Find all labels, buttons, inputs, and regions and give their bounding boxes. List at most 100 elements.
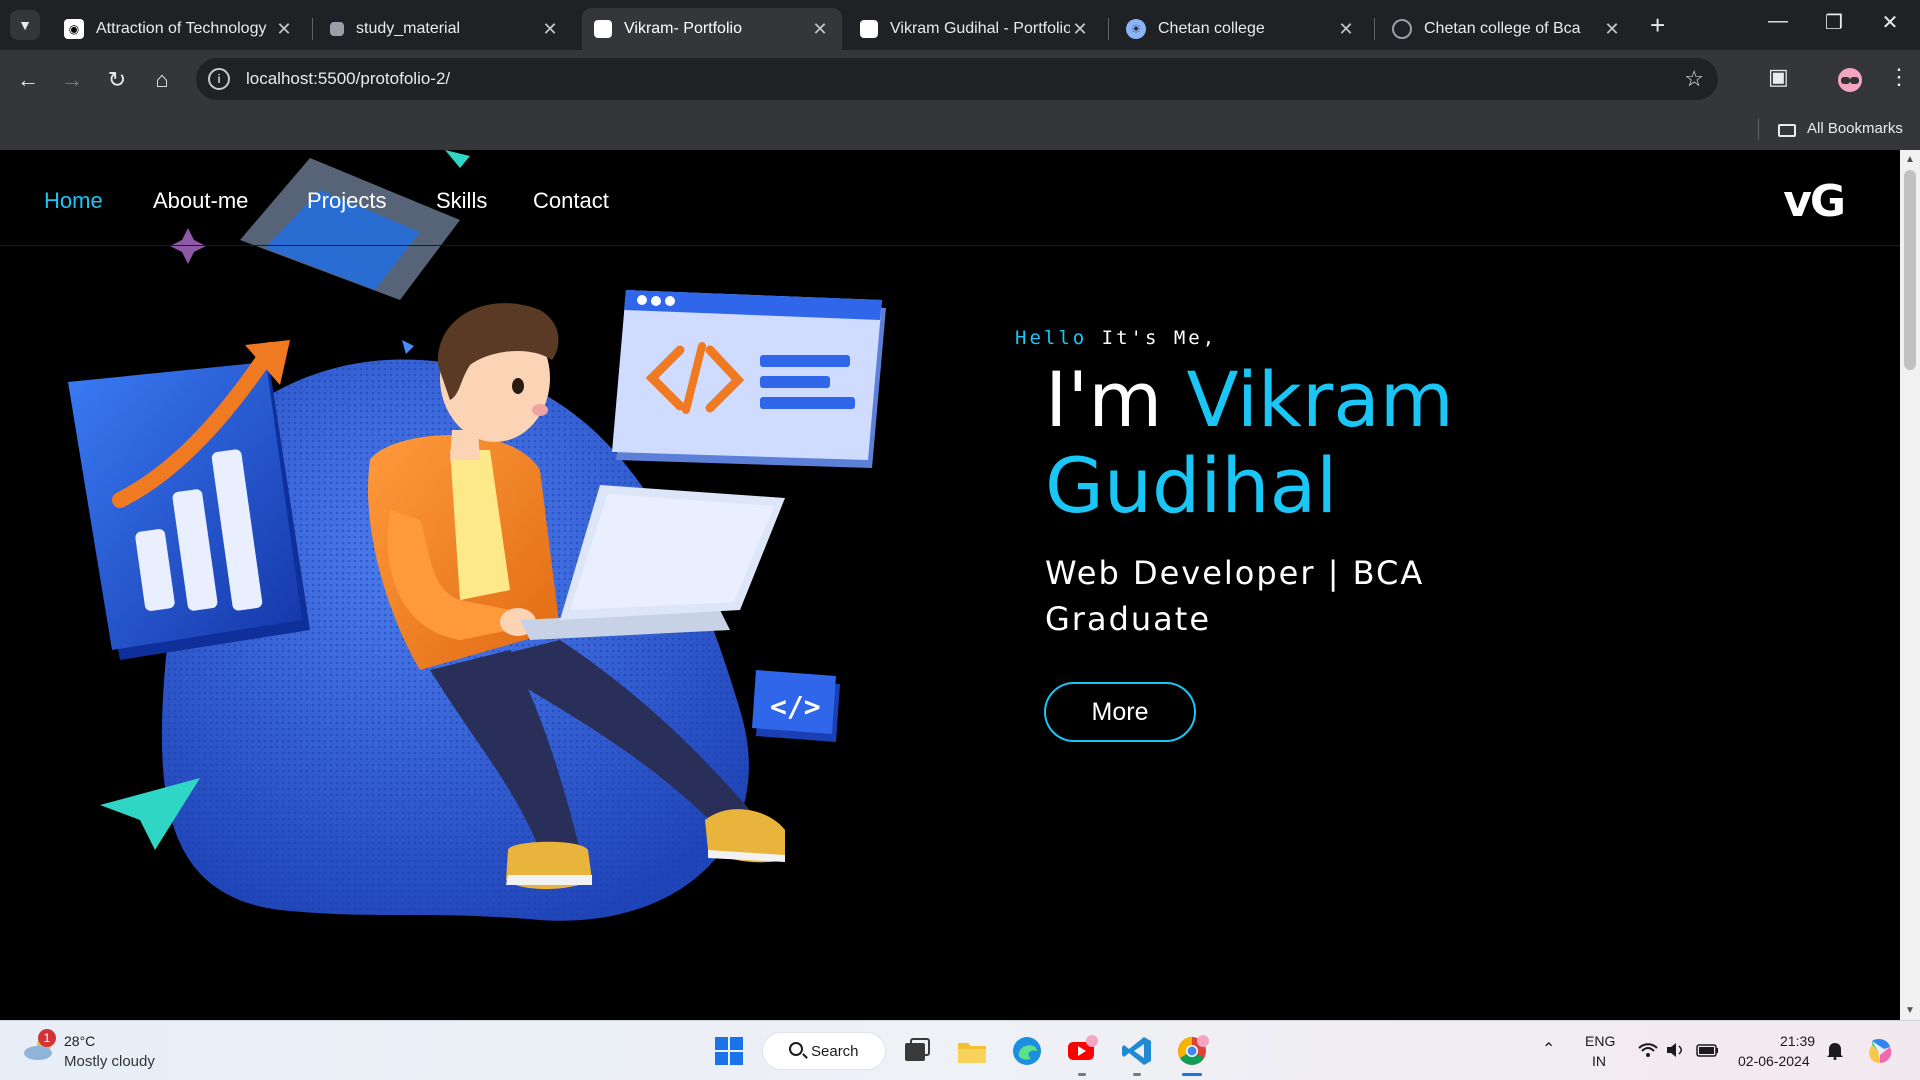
bookmark-star-icon[interactable]: ☆ bbox=[1684, 66, 1704, 92]
clock-time[interactable]: 21:39 bbox=[1780, 1033, 1815, 1049]
globe-icon bbox=[1392, 19, 1412, 39]
close-icon[interactable]: ✕ bbox=[810, 19, 830, 40]
address-bar[interactable]: i localhost:5500/protofolio-2/ ☆ bbox=[196, 58, 1718, 100]
close-icon[interactable]: ✕ bbox=[274, 19, 294, 40]
nav-link-about-me[interactable]: About-me bbox=[153, 188, 248, 214]
bookmarks-divider bbox=[1758, 118, 1759, 140]
vscode-icon[interactable] bbox=[1119, 1033, 1155, 1069]
page-favicon-icon bbox=[330, 22, 344, 36]
page-favicon-icon bbox=[860, 20, 878, 38]
growth-chart-board bbox=[68, 340, 310, 660]
site-navbar: Home About-me Projects Skills Contact vG bbox=[0, 150, 1900, 246]
edge-browser-icon[interactable] bbox=[1009, 1033, 1045, 1069]
close-icon[interactable]: ✕ bbox=[1336, 19, 1356, 40]
close-icon[interactable]: ✕ bbox=[540, 19, 560, 40]
language-code[interactable]: ENG bbox=[1585, 1033, 1615, 1049]
new-tab-button[interactable]: + bbox=[1650, 12, 1665, 38]
menu-icon[interactable]: ⋮ bbox=[1888, 64, 1910, 90]
weather-temperature[interactable]: 28°C bbox=[64, 1033, 95, 1049]
taskbar-search-label: Search bbox=[811, 1042, 859, 1060]
folder-icon[interactable] bbox=[1778, 124, 1796, 137]
search-icon bbox=[789, 1042, 803, 1056]
battery-icon[interactable] bbox=[1696, 1041, 1720, 1059]
restore-icon[interactable]: ❐ bbox=[1814, 10, 1854, 35]
bookmarks-bar: All Bookmarks bbox=[0, 108, 1920, 150]
tab-divider bbox=[1108, 18, 1109, 40]
close-window-icon[interactable]: ✕ bbox=[1870, 10, 1910, 35]
browser-toolbar: ← → ↻ ⌂ i localhost:5500/protofolio-2/ ☆… bbox=[0, 50, 1920, 108]
tray-overflow-icon[interactable]: ⌃ bbox=[1542, 1039, 1555, 1059]
home-icon[interactable]: ⌂ bbox=[147, 65, 177, 95]
tab-vikram-portfolio[interactable]: Vikram- Portfolio ✕ bbox=[582, 8, 842, 50]
page-favicon-icon bbox=[594, 20, 612, 38]
back-icon[interactable]: ← bbox=[13, 65, 43, 95]
wifi-icon[interactable] bbox=[1637, 1041, 1659, 1059]
tab-divider bbox=[1374, 18, 1375, 40]
tab-chetan-college[interactable]: ☀ Chetan college ✕ bbox=[1114, 8, 1368, 50]
notification-bell-icon[interactable] bbox=[1826, 1040, 1844, 1060]
url-text[interactable]: localhost:5500/protofolio-2/ bbox=[246, 69, 450, 89]
portfolio-page: </> Home About-me Projects Skills Contac… bbox=[0, 150, 1900, 1020]
nav-link-home[interactable]: Home bbox=[44, 188, 103, 214]
tab-title: Attraction of Technology bbox=[96, 20, 267, 37]
code-window-icon bbox=[612, 290, 886, 468]
scrollbar-thumb[interactable] bbox=[1904, 170, 1916, 370]
code-badge-icon: </> bbox=[752, 670, 840, 742]
file-explorer-icon[interactable] bbox=[954, 1033, 990, 1069]
tab-strip: ▼ ◉ Attraction of Technology ✕ study_mat… bbox=[0, 0, 1920, 50]
forward-icon[interactable]: → bbox=[57, 65, 87, 95]
all-bookmarks-link[interactable]: All Bookmarks bbox=[1807, 120, 1903, 137]
tab-title: Chetan college of Bca bbox=[1424, 20, 1581, 37]
page-scrollbar[interactable]: ▲ ▼ bbox=[1900, 150, 1920, 1020]
tab-title: Vikram Gudihal - Portfolio bbox=[890, 20, 1070, 37]
more-button[interactable]: More bbox=[1044, 682, 1196, 742]
minimize-icon[interactable]: — bbox=[1758, 10, 1798, 33]
tab-vikram-gudihal-portfolio[interactable]: Vikram Gudihal - Portfolio ✕ bbox=[848, 8, 1102, 50]
hero-subtitle: Web Developer | BCA Graduate bbox=[1045, 554, 1425, 638]
nav-link-contact[interactable]: Contact bbox=[533, 188, 609, 214]
extensions-icon[interactable]: ▣ bbox=[1768, 64, 1789, 90]
weather-description[interactable]: Mostly cloudy bbox=[64, 1053, 155, 1070]
windows-taskbar: 1 28°C Mostly cloudy Search ⌃ ENG IN 21:… bbox=[0, 1020, 1920, 1080]
copilot-icon[interactable] bbox=[1864, 1035, 1896, 1067]
svg-text:</>: </> bbox=[770, 690, 821, 723]
taskbar-search[interactable]: Search bbox=[762, 1032, 886, 1070]
profile-avatar[interactable] bbox=[1836, 66, 1864, 94]
site-logo[interactable]: vG bbox=[1783, 176, 1846, 227]
language-region[interactable]: IN bbox=[1592, 1053, 1606, 1069]
clock-date[interactable]: 02-06-2024 bbox=[1738, 1053, 1810, 1069]
tab-title: Vikram- Portfolio bbox=[624, 20, 742, 37]
running-indicator bbox=[1078, 1073, 1086, 1076]
hero-headline: I'm Vikram Gudihal bbox=[1045, 357, 1525, 529]
headline-prefix: I'm bbox=[1045, 355, 1187, 444]
college-logo-icon: ☀ bbox=[1126, 19, 1146, 39]
close-icon[interactable]: ✕ bbox=[1602, 19, 1622, 40]
task-view-icon[interactable] bbox=[899, 1033, 935, 1069]
reload-icon[interactable]: ↻ bbox=[102, 65, 132, 95]
running-indicator bbox=[1133, 1073, 1141, 1076]
tab-chetan-college-of-bca[interactable]: Chetan college of Bca ✕ bbox=[1380, 8, 1634, 50]
page-favicon-icon: ◉ bbox=[64, 19, 84, 39]
scroll-up-icon[interactable]: ▲ bbox=[1905, 154, 1915, 165]
greeting-text: Hello It's Me, bbox=[1015, 327, 1217, 349]
developer-illustration: </> bbox=[68, 150, 886, 921]
tab-divider bbox=[312, 18, 313, 40]
volume-icon[interactable] bbox=[1665, 1041, 1685, 1059]
greeting-hello: Hello bbox=[1015, 327, 1088, 349]
close-icon[interactable]: ✕ bbox=[1070, 19, 1090, 40]
scroll-down-icon[interactable]: ▼ bbox=[1905, 1005, 1915, 1016]
tab-study-material[interactable]: study_material ✕ bbox=[318, 8, 572, 50]
weather-alert-badge: 1 bbox=[38, 1029, 56, 1047]
tab-search-button[interactable]: ▼ bbox=[10, 10, 40, 40]
windows-start-icon[interactable] bbox=[711, 1033, 747, 1069]
tab-attraction-of-technology[interactable]: ◉ Attraction of Technology ✕ bbox=[52, 8, 306, 50]
site-info-icon[interactable]: i bbox=[208, 68, 230, 90]
chrome-icon[interactable] bbox=[1174, 1033, 1210, 1069]
tab-title: Chetan college bbox=[1158, 20, 1265, 37]
tab-title: study_material bbox=[356, 20, 461, 37]
active-indicator bbox=[1182, 1073, 1202, 1076]
nav-link-projects[interactable]: Projects bbox=[307, 188, 386, 214]
nav-link-skills[interactable]: Skills bbox=[436, 188, 487, 214]
youtube-icon[interactable] bbox=[1064, 1033, 1100, 1069]
greeting-its-me: It's Me, bbox=[1087, 327, 1218, 349]
